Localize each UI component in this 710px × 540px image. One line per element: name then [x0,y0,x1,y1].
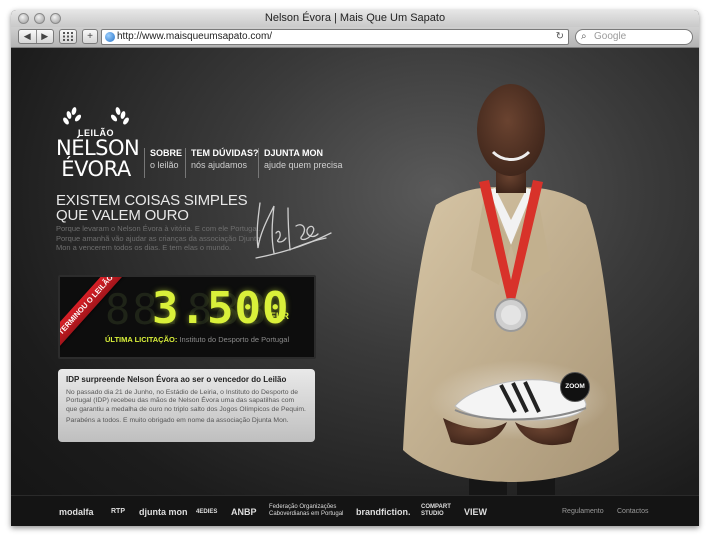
link-regulamento[interactable]: Regulamento [562,508,604,515]
nav-item-subtitle: o leilão [150,160,179,170]
sponsor-logo-federacao[interactable]: Federação Organizações Caboverdianas em … [269,504,347,518]
currency-label: EUR [270,311,290,321]
window-controls [18,13,61,24]
search-placeholder: Google [594,31,627,42]
nav-item-title: TEM DÚVIDAS? [191,148,259,158]
sponsor-logo-anbp[interactable]: ANBP [231,507,257,517]
page-content: LEILÃO NÉLSON ÉVORA SOBRE o leilão TEM D… [11,48,699,526]
nav-button-group: ◀ ▶ [18,29,54,44]
intro-text: Porque levaram o Nelson Évora à vitória.… [56,224,261,252]
window-title: Nelson Évora | Mais Que Um Sapato [264,12,446,24]
logo-name-first: NÉLSON [56,136,140,160]
nav-item-tem-duvidas[interactable]: TEM DÚVIDAS? nós ajudamos [185,148,259,178]
sponsor-logo-view[interactable]: VIEW [464,507,487,517]
sponsor-logo-rtp[interactable]: RTP [111,508,125,515]
auction-price: 3.500 [152,283,290,334]
logo-name-last: ÉVORA [61,157,131,181]
address-bar[interactable]: http://www.maisqueumsapato.com/ ↻ [101,29,569,45]
nav-item-sobre[interactable]: SOBRE o leilão [144,148,182,178]
headline: EXISTEM COISAS SIMPLES QUE VALEM OURO [56,193,256,223]
browser-toolbar: ◀ ▶ + http://www.maisqueumsapato.com/ ↻ … [11,27,699,48]
news-paragraph-2: Parabéns a todos. E muito obrigado em no… [66,417,289,425]
add-bookmark-button[interactable]: + [82,29,98,44]
zoom-button[interactable]: ZOOM [560,372,590,402]
search-icon: ⌕ [581,31,587,42]
forward-button[interactable]: ▶ [35,30,54,43]
nav-item-title: SOBRE [150,148,183,158]
headline-line-2: QUE VALEM OURO [56,207,189,224]
last-bid-value: Instituto do Desporto de Portugal [179,335,290,344]
news-paragraph-1: No passado dia 21 de Junho, no Estádio d… [66,389,306,413]
sponsor-logo-modalfa[interactable]: modalfa [59,507,94,517]
nav-item-djunta-mon[interactable]: DJUNTA MON ajude quem precisa [258,148,343,178]
back-button[interactable]: ◀ [19,30,36,43]
last-bid-label: ÚLTIMA LICITAÇÃO: [105,335,178,344]
sponsor-logo-djunta-mon[interactable]: djunta mon [139,507,188,517]
headline-line-1: EXISTEM COISAS SIMPLES [56,192,248,209]
link-contactos[interactable]: Contactos [617,508,649,515]
url-text: http://www.maisqueumsapato.com/ [117,31,273,42]
globe-icon [105,32,115,42]
title-bar: Nelson Évora | Mais Que Um Sapato [11,10,699,27]
browser-window: Nelson Évora | Mais Que Um Sapato ◀ ▶ + … [11,10,699,526]
signature-image [255,202,332,259]
bookmarks-grid-button[interactable] [59,29,77,44]
nav-item-subtitle: ajude quem precisa [264,160,343,170]
auction-price-display: 88.888 3.500 EUR ÚLTIMA LICITAÇÃO: Insti… [58,275,316,359]
last-bid: ÚLTIMA LICITAÇÃO: Instituto do Desporto … [105,335,289,344]
site-logo[interactable]: LEILÃO NÉLSON ÉVORA [56,106,140,181]
laurel-icon [56,106,136,128]
sponsor-logo-compart-studio[interactable]: COMPART STUDIO [421,504,453,518]
sponsor-logo-brandfiction[interactable]: brandfiction. [356,507,411,517]
footer: modalfa RTP djunta mon 4EDIES ANBP Feder… [11,495,699,526]
news-box: IDP surpreende Nelson Évora ao ser o ven… [58,369,315,442]
close-window-button[interactable] [18,13,29,24]
minimize-window-button[interactable] [34,13,45,24]
reload-icon[interactable]: ↻ [556,30,564,44]
zoom-window-button[interactable] [50,13,61,24]
news-title: IDP surpreende Nelson Évora ao ser o ven… [66,375,287,384]
nav-item-title: DJUNTA MON [264,148,323,158]
nav-item-subtitle: nós ajudamos [191,160,248,170]
sponsor-logo-4edies[interactable]: 4EDIES [196,509,217,515]
search-field[interactable]: ⌕ Google [575,29,693,45]
grid-icon [63,32,73,41]
athlete-photo [403,84,619,526]
